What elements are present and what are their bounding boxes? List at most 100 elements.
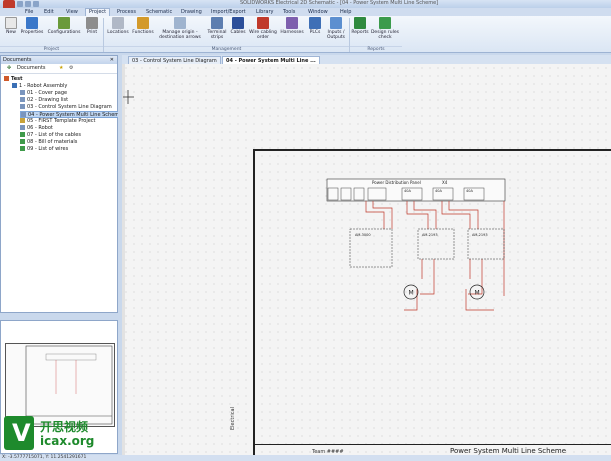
panel-title: Power Distribution Panel xyxy=(372,180,421,185)
tab-tools[interactable]: Tools xyxy=(283,8,295,16)
wires xyxy=(365,201,505,311)
watermark-url: icax.org xyxy=(40,434,95,448)
wire-cabling-order-button[interactable]: Wire cabling order xyxy=(248,17,278,40)
new-project-icon xyxy=(5,17,17,29)
tree-item-document-selected[interactable]: 04 - Power System Multi Line Scheme xyxy=(20,111,124,118)
document-icon xyxy=(20,97,25,102)
tab-process[interactable]: Process xyxy=(117,8,136,16)
redo-icon[interactable] xyxy=(33,1,39,7)
settings-icon[interactable]: ⚙ xyxy=(69,65,73,71)
configurations-button[interactable]: Configurations xyxy=(46,17,82,35)
terminal-label: 40A xyxy=(435,189,442,193)
tab-power-system-multi-line[interactable]: 04 - Power System Multi Line ... xyxy=(222,56,320,64)
drawing-canvas[interactable]: Power Distribution Panel X4 40A 40A 40A … xyxy=(122,64,611,455)
reports-button[interactable]: Reports xyxy=(351,17,369,35)
properties-button[interactable]: Properties xyxy=(20,17,44,35)
tab-project[interactable]: Project xyxy=(85,8,111,16)
report-icon xyxy=(20,132,25,137)
project-icon xyxy=(4,76,9,81)
quick-access-toolbar xyxy=(17,0,39,7)
cables-icon xyxy=(232,17,244,29)
report-icon xyxy=(20,139,25,144)
refresh-icon[interactable]: ✤ xyxy=(7,65,11,71)
status-bar: X: -3.5777715071, Y: 11.2541291671 xyxy=(0,455,611,461)
tree-item-document[interactable]: 07 - List of the cables xyxy=(20,132,81,139)
documents-toolbar: ✤ Documents ★ ⚙ xyxy=(1,64,117,74)
functions-button[interactable]: Functions xyxy=(131,17,155,35)
terminal-label: 40A xyxy=(404,189,411,193)
favorite-icon[interactable]: ★ xyxy=(59,65,63,71)
locations-icon xyxy=(112,17,124,29)
book-icon xyxy=(12,83,17,88)
undo-icon[interactable] xyxy=(25,1,31,7)
documents-panel-title: Documents xyxy=(3,57,32,63)
reports-icon xyxy=(354,17,366,29)
document-icon xyxy=(21,112,26,117)
group-reports: Reports xyxy=(350,46,402,52)
tab-view[interactable]: View xyxy=(66,8,78,16)
document-icon xyxy=(20,90,25,95)
tab-drawing[interactable]: Drawing xyxy=(181,8,202,16)
motor-label: M xyxy=(475,290,480,297)
plc-icon xyxy=(309,17,321,29)
tab-control-system-line-diagram[interactable]: 03 - Control System Line Diagram xyxy=(128,56,221,64)
tab-schematic[interactable]: Schematic xyxy=(146,8,172,16)
plcs-button[interactable]: PLCs xyxy=(307,17,323,35)
locations-button[interactable]: Locations xyxy=(106,17,130,35)
watermark-logo-icon xyxy=(4,416,34,450)
group-project: Project xyxy=(0,46,103,52)
side-label: Electrical xyxy=(230,407,236,430)
design-rules-icon xyxy=(379,17,391,29)
tree-item-document[interactable]: 05 - FIRST Template Project xyxy=(20,118,96,125)
manage-arrows-button[interactable]: Manage origin - destination arrows xyxy=(157,17,203,40)
tree-item-project[interactable]: Test xyxy=(4,76,23,83)
watermark-text: 开思视频 xyxy=(40,420,89,434)
device-label: AM-2193 xyxy=(472,233,488,237)
io-icon xyxy=(330,17,342,29)
motor-label: M xyxy=(409,290,414,297)
documents-dropdown[interactable]: Documents xyxy=(17,65,46,71)
properties-icon xyxy=(26,17,38,29)
save-icon[interactable] xyxy=(17,1,23,7)
harnesses-button[interactable]: Harnesses xyxy=(279,17,305,35)
window-title: SOLIDWORKS Electrical 2D Schematic - [04… xyxy=(240,0,439,6)
document-icon xyxy=(20,104,25,109)
tree-item-book[interactable]: 1 - Robot Assembly xyxy=(12,83,67,90)
print-button[interactable]: Print xyxy=(84,17,100,35)
inputs-outputs-button[interactable]: Inputs / Outputs xyxy=(324,17,348,40)
harnesses-icon xyxy=(286,17,298,29)
documents-panel: Documents ✕ ✤ Documents ★ ⚙ Test 1 - Rob… xyxy=(0,55,124,313)
tab-edit[interactable]: Edit xyxy=(44,8,54,16)
tree-item-document[interactable]: 01 - Cover page xyxy=(20,90,67,97)
tree-item-document[interactable]: 03 - Control System Line Diagram xyxy=(20,104,112,111)
title-bar: SOLIDWORKS Electrical 2D Schematic - [04… xyxy=(0,0,611,12)
device-label: AM-3000 xyxy=(355,233,371,237)
close-icon[interactable]: ✕ xyxy=(110,56,114,64)
report-icon xyxy=(20,146,25,151)
tree-item-document[interactable]: 06 - Robot xyxy=(20,125,53,132)
design-rules-check-button[interactable]: Design rules check xyxy=(370,17,400,40)
document-tabs: 03 - Control System Line Diagram 04 - Po… xyxy=(122,55,611,64)
ribbon: New Properties Configurations Print Loca… xyxy=(0,16,611,53)
cables-button[interactable]: Cables xyxy=(229,17,247,35)
new-button[interactable]: New xyxy=(2,17,20,35)
watermark: 开思视频 icax.org xyxy=(2,412,120,454)
tree-item-document[interactable]: 08 - Bill of materials xyxy=(20,139,77,146)
group-management: Management xyxy=(104,46,349,52)
sheet-title: Power System Multi Line Scheme xyxy=(450,447,567,455)
tree-item-document[interactable]: 09 - List of wires xyxy=(20,146,68,153)
panel-tag: X4 xyxy=(442,180,448,185)
wire-cabling-icon xyxy=(257,17,269,29)
functions-icon xyxy=(137,17,149,29)
tab-library[interactable]: Library xyxy=(256,8,273,16)
tab-help[interactable]: Help xyxy=(340,8,351,16)
terminal-strips-icon xyxy=(211,17,223,29)
ribbon-tabs: File Edit View Project Process Schematic… xyxy=(0,8,611,16)
configurations-icon xyxy=(58,17,70,29)
tree-item-document[interactable]: 02 - Drawing list xyxy=(20,97,68,104)
terminal-strips-button[interactable]: Terminal strips xyxy=(206,17,228,40)
tab-window[interactable]: Window xyxy=(308,8,328,16)
tab-import-export[interactable]: Import/Export xyxy=(211,8,246,16)
arrows-icon xyxy=(174,17,186,29)
tab-file[interactable]: File xyxy=(25,8,33,16)
